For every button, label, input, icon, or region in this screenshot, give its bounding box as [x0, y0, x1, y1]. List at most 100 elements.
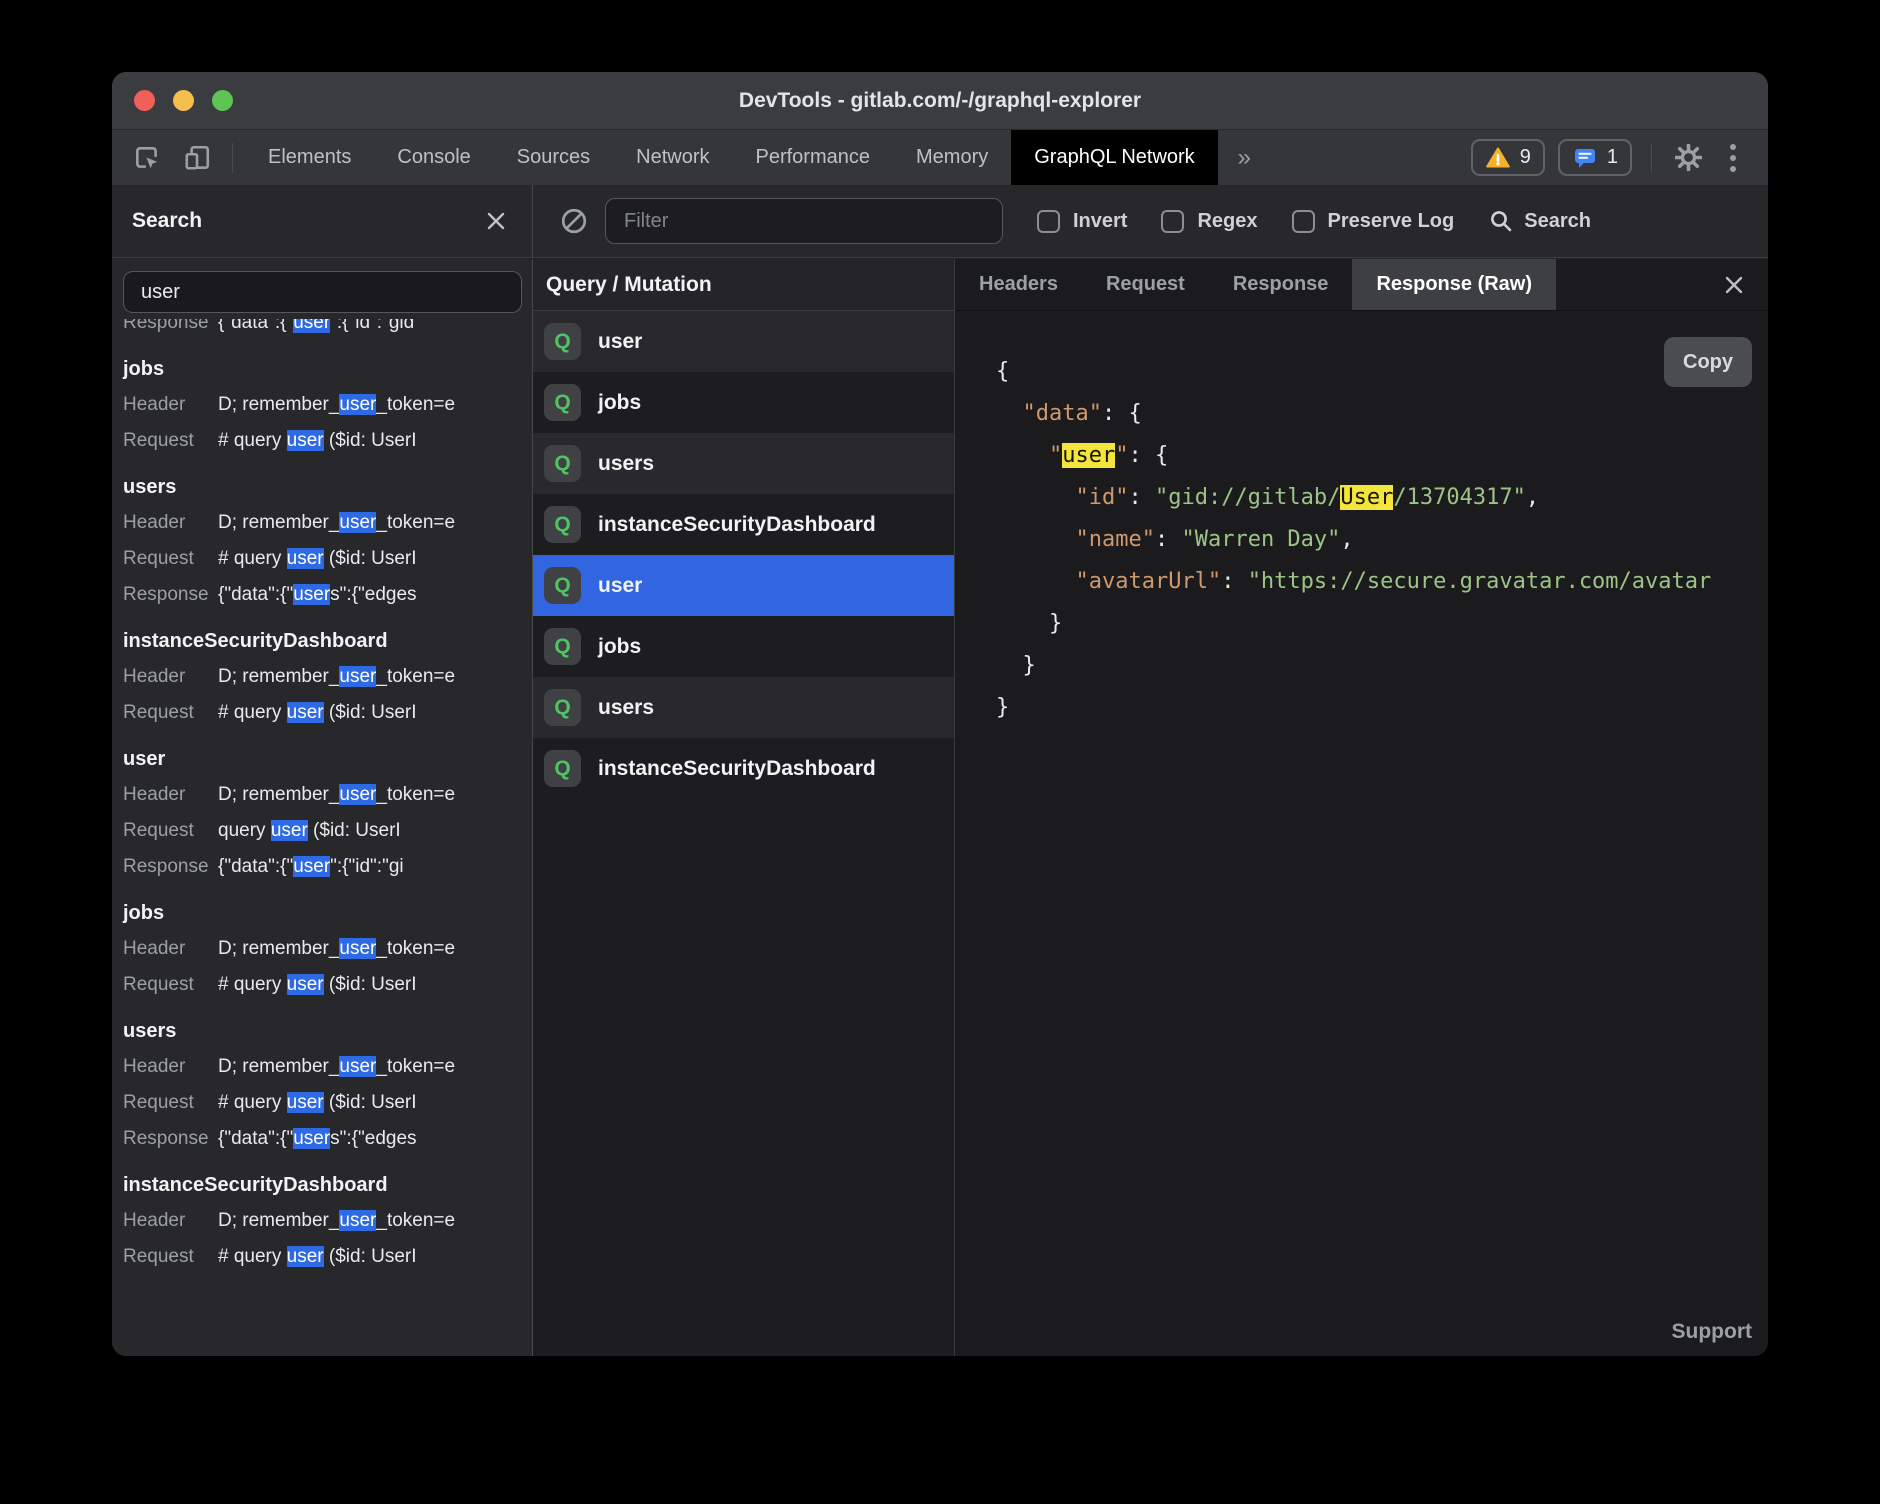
result-row[interactable]: Response{"data":{"user":{"id":"gid	[123, 319, 532, 341]
result-group-title[interactable]: instanceSecurityDashboard	[123, 1167, 532, 1203]
more-tabs-chevron-icon[interactable]: »	[1218, 130, 1271, 185]
result-text: query	[218, 820, 271, 841]
minimize-window-button[interactable]	[173, 90, 194, 111]
result-group-title[interactable]: user	[123, 741, 532, 777]
result-text: {"data":{"	[218, 319, 293, 333]
result-row[interactable]: Response{"data":{"user":{"id":"gi	[123, 849, 532, 885]
result-row[interactable]: HeaderD; remember_user_token=e	[123, 931, 532, 967]
network-filter-bar: Invert Regex Preserve Log Search	[533, 185, 1768, 257]
tab-performance[interactable]: Performance	[733, 130, 894, 185]
preserve-log-checkbox[interactable]: Preserve Log	[1292, 210, 1455, 233]
result-group-title[interactable]: instanceSecurityDashboard	[123, 623, 532, 659]
result-row[interactable]: Request# query user ($id: UserI	[123, 1085, 532, 1121]
detail-tab-headers[interactable]: Headers	[955, 259, 1082, 310]
invert-checkbox[interactable]: Invert	[1037, 210, 1127, 233]
search-match-highlight: user	[271, 820, 308, 841]
issues-count: 1	[1607, 146, 1618, 169]
result-group-title[interactable]: jobs	[123, 351, 532, 387]
issues-badge[interactable]: 1	[1558, 139, 1632, 176]
result-row[interactable]: Request# query user ($id: UserI	[123, 695, 532, 731]
query-row-users[interactable]: Qusers	[533, 433, 954, 494]
regex-label: Regex	[1197, 210, 1257, 233]
query-row-users[interactable]: Qusers	[533, 677, 954, 738]
clear-log-icon[interactable]	[557, 204, 591, 238]
query-row-jobs[interactable]: Qjobs	[533, 616, 954, 677]
result-row-label: Header	[123, 1049, 218, 1085]
json-line: "name": "Warren Day",	[996, 519, 1768, 561]
close-search-icon[interactable]	[480, 205, 512, 237]
result-group-title[interactable]: jobs	[123, 895, 532, 931]
detail-panel: HeadersRequestResponseResponse (Raw) { "…	[955, 259, 1768, 1356]
search-match-highlight: user	[293, 856, 330, 877]
result-text: _token=e	[376, 938, 455, 959]
toolbar-search-button[interactable]: Search	[1488, 208, 1591, 234]
result-row[interactable]: Response{"data":{"users":{"edges	[123, 577, 532, 613]
result-row-label: Request	[123, 1239, 218, 1275]
result-group: instanceSecurityDashboardHeaderD; rememb…	[123, 623, 532, 731]
query-row-label: users	[598, 452, 654, 476]
tab-sources[interactable]: Sources	[494, 130, 613, 185]
support-link[interactable]: Support	[1672, 1320, 1752, 1344]
detail-tab-response-raw[interactable]: Response (Raw)	[1352, 259, 1556, 310]
result-row[interactable]: HeaderD; remember_user_token=e	[123, 659, 532, 695]
title-bar: DevTools - gitlab.com/-/graphql-explorer	[112, 72, 1768, 130]
result-text: _token=e	[376, 1056, 455, 1077]
device-toolbar-icon[interactable]	[180, 141, 214, 175]
filter-input[interactable]	[605, 198, 1003, 244]
search-match-highlight: user	[1062, 443, 1115, 468]
inspect-element-icon[interactable]	[130, 141, 164, 175]
result-row[interactable]: Request# query user ($id: UserI	[123, 1239, 532, 1275]
result-text: s":{"edges	[330, 1128, 416, 1149]
tab-console[interactable]: Console	[374, 130, 493, 185]
result-group-title[interactable]: users	[123, 1013, 532, 1049]
close-window-button[interactable]	[134, 90, 155, 111]
result-row[interactable]: Requestquery user ($id: UserI	[123, 813, 532, 849]
query-row-user[interactable]: Quser	[533, 311, 954, 372]
result-row[interactable]: HeaderD; remember_user_token=e	[123, 505, 532, 541]
result-row[interactable]: Response{"data":{"users":{"edges	[123, 1121, 532, 1157]
result-text: # query	[218, 1092, 287, 1113]
tab-network[interactable]: Network	[613, 130, 732, 185]
checkbox-icon	[1037, 210, 1060, 233]
json-token: "	[1115, 443, 1128, 468]
query-row-user[interactable]: Quser	[533, 555, 954, 616]
query-row-instancesecuritydashboard[interactable]: QinstanceSecurityDashboard	[533, 738, 954, 799]
query-row-label: instanceSecurityDashboard	[598, 757, 876, 781]
result-row[interactable]: Request# query user ($id: UserI	[123, 423, 532, 459]
json-line: "avatarUrl": "https://secure.gravatar.co…	[996, 561, 1768, 603]
result-group: instanceSecurityDashboardHeaderD; rememb…	[123, 1167, 532, 1275]
query-row-jobs[interactable]: Qjobs	[533, 372, 954, 433]
tab-memory[interactable]: Memory	[893, 130, 1011, 185]
detail-tab-response[interactable]: Response	[1209, 259, 1353, 310]
devtools-tab-list: ElementsConsoleSourcesNetworkPerformance…	[245, 130, 1218, 185]
zoom-window-button[interactable]	[212, 90, 233, 111]
detail-tab-request[interactable]: Request	[1082, 259, 1209, 310]
result-row[interactable]: HeaderD; remember_user_token=e	[123, 1203, 532, 1239]
result-text: D; remember_	[218, 394, 339, 415]
result-row[interactable]: Request# query user ($id: UserI	[123, 967, 532, 1003]
close-detail-icon[interactable]	[1700, 259, 1768, 310]
query-row-instancesecuritydashboard[interactable]: QinstanceSecurityDashboard	[533, 494, 954, 555]
warnings-badge[interactable]: 9	[1471, 139, 1545, 176]
tab-elements[interactable]: Elements	[245, 130, 374, 185]
copy-button[interactable]: Copy	[1664, 337, 1752, 387]
tab-graphql-network[interactable]: GraphQL Network	[1011, 130, 1217, 185]
result-group-title[interactable]: users	[123, 469, 532, 505]
result-row-label: Response	[123, 577, 218, 613]
result-row[interactable]: HeaderD; remember_user_token=e	[123, 1049, 532, 1085]
kebab-menu-icon[interactable]	[1718, 141, 1748, 175]
search-match-highlight: user	[287, 430, 324, 451]
result-row[interactable]: Request# query user ($id: UserI	[123, 541, 532, 577]
search-input[interactable]	[123, 271, 522, 313]
result-row-value: {"data":{"users":{"edges	[218, 577, 532, 613]
query-list: QuserQjobsQusersQinstanceSecurityDashboa…	[533, 311, 954, 799]
settings-gear-icon[interactable]	[1671, 141, 1705, 175]
result-text: ($id: UserI	[324, 430, 417, 451]
json-token: :	[1128, 485, 1155, 510]
result-row[interactable]: HeaderD; remember_user_token=e	[123, 777, 532, 813]
result-row[interactable]: HeaderD; remember_user_token=e	[123, 387, 532, 423]
result-row-label: Request	[123, 695, 218, 731]
regex-checkbox[interactable]: Regex	[1161, 210, 1257, 233]
query-type-badge: Q	[544, 384, 581, 421]
json-token: }	[996, 695, 1009, 720]
